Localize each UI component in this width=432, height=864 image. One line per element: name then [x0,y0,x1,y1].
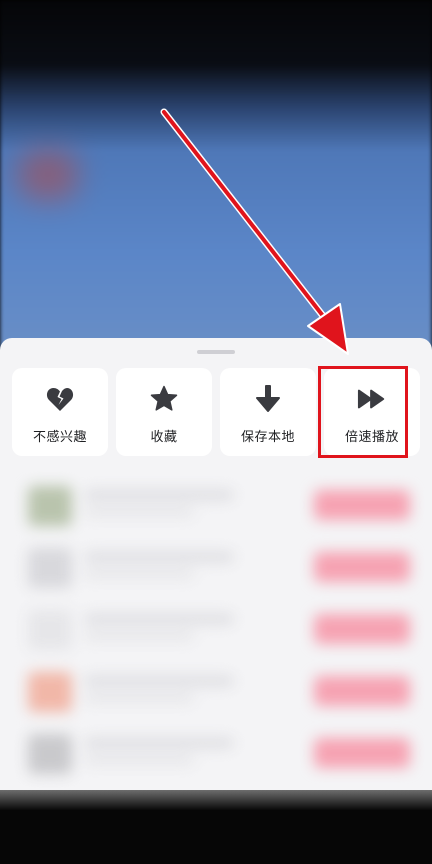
playback-speed-label: 倍速播放 [344,430,399,445]
list-item [14,726,418,780]
list-item [14,664,418,718]
save-local-label: 保存本地 [240,430,295,445]
star-icon [149,384,179,414]
sheet-drag-handle[interactable] [197,350,235,354]
video-background [0,0,432,360]
not-interested-label: 不感兴趣 [32,430,87,445]
action-row: 不感兴趣 收藏 保存本地 倍速播放 [12,368,422,456]
broken-heart-icon [45,384,75,414]
list-item [14,540,418,594]
blurred-content-list [0,468,432,790]
list-item [14,602,418,656]
favorite-label: 收藏 [150,430,178,445]
not-interested-button[interactable]: 不感兴趣 [12,368,108,456]
list-item [14,478,418,532]
download-arrow-icon [253,384,283,414]
bottom-bar [0,790,432,864]
bottom-sheet: 不感兴趣 收藏 保存本地 倍速播放 [0,338,432,790]
save-local-button[interactable]: 保存本地 [220,368,316,456]
fast-forward-icon [357,384,387,414]
playback-speed-button[interactable]: 倍速播放 [324,368,420,456]
favorite-button[interactable]: 收藏 [116,368,212,456]
video-blur-blob [18,150,78,200]
